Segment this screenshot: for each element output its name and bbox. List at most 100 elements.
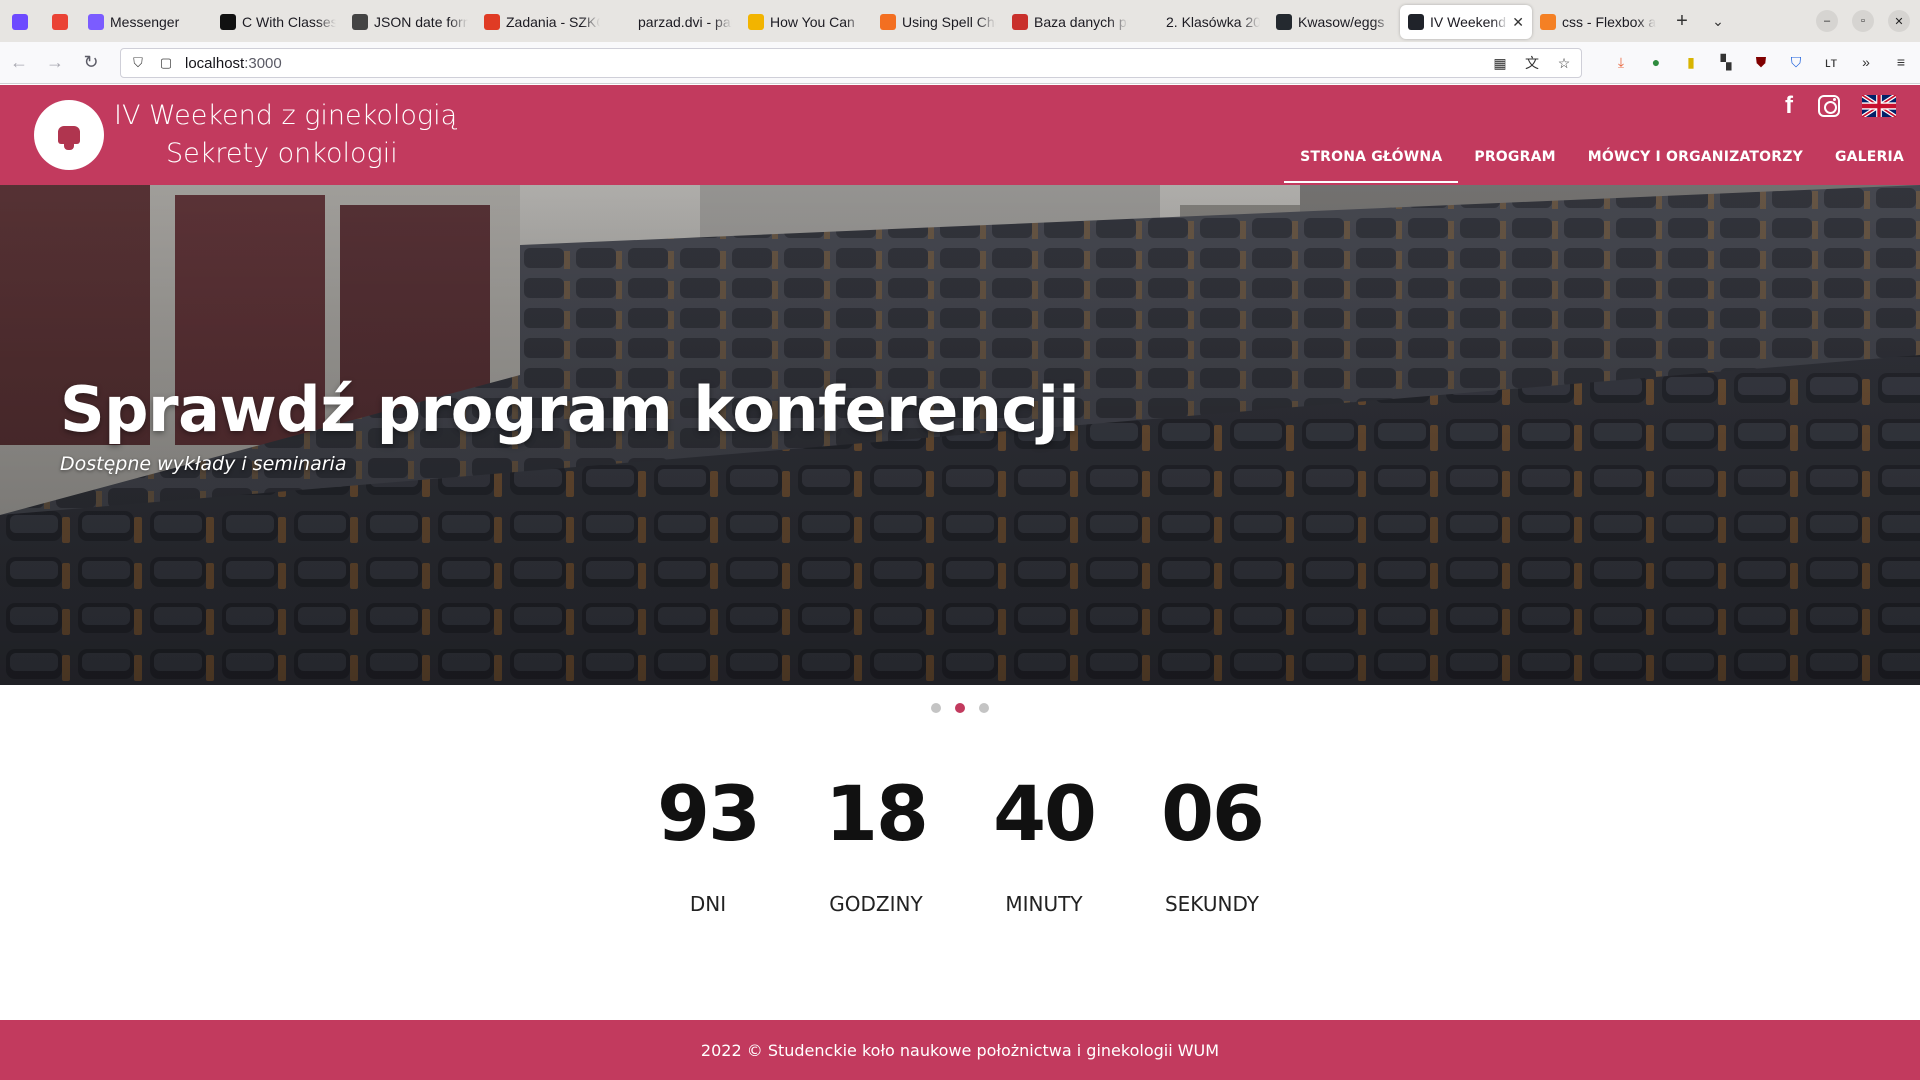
browser-tab[interactable]: C With Classes	[212, 5, 344, 39]
countdown-unit: 18 GODZINY	[792, 770, 960, 917]
minimize-button[interactable]: –	[1816, 10, 1838, 32]
site-footer: 2022 © Studenckie koło naukowe położnict…	[0, 1020, 1920, 1080]
extension-green-icon[interactable]: ●	[1647, 51, 1665, 73]
nav-item-home[interactable]: STRONA GŁÓWNA	[1284, 129, 1459, 185]
stackoverflow-icon	[1540, 14, 1556, 30]
back-button[interactable]: ←	[2, 48, 36, 78]
countdown-label: DNI	[689, 892, 727, 916]
toolbar-extensions: ⤓ ● ▮ ▚ ⛊ ⛉ ʟᴛ » ≡	[1612, 51, 1910, 73]
countdown-label: MINUTY	[1005, 892, 1083, 916]
gmail-icon	[52, 14, 68, 30]
site-logo[interactable]	[34, 100, 104, 170]
browser-tab[interactable]: Baza danych projekt	[1004, 5, 1136, 39]
tab-label: IV Weekend z	[1430, 14, 1509, 30]
li-icon	[880, 14, 896, 30]
tab-label: Zadania - SZKOŁA	[506, 14, 600, 30]
maximize-button[interactable]: ▫	[1852, 10, 1874, 32]
extensions-grid-icon[interactable]: ▚	[1717, 51, 1735, 73]
carousel-dot-3[interactable]	[979, 703, 989, 713]
tab-label: Baza danych projekt	[1034, 14, 1128, 30]
main-navigation: STRONA GŁÓWNA PROGRAM MÓWCY I ORGANIZATORZ…	[1284, 129, 1920, 185]
browser-tab[interactable]: 2. Klasówka 2019	[1136, 5, 1268, 39]
tab-label: 2. Klasówka 2019	[1166, 14, 1260, 30]
address-bar-actions: ▦ 文 ☆	[1491, 53, 1573, 73]
bitwarden-icon[interactable]: ⛉	[1787, 51, 1805, 73]
carousel-dot-1[interactable]	[931, 703, 941, 713]
json-icon	[352, 14, 368, 30]
footer-copyright: 2022 © Studenckie koło naukowe położnict…	[700, 1040, 1220, 1060]
qr-code-icon[interactable]: ▦	[1491, 53, 1509, 73]
tab-label: css - Flexbox alignment	[1562, 14, 1656, 30]
browser-tab[interactable]: parzad.dvi - par.pdf	[608, 5, 740, 39]
doc-icon	[1144, 14, 1160, 30]
uk-flag-icon[interactable]	[1862, 95, 1896, 117]
nav-item-speakers[interactable]: MÓWCY I ORGANIZATORZY	[1572, 129, 1819, 185]
carousel-indicators	[0, 703, 1920, 713]
instagram-icon[interactable]	[1818, 95, 1840, 117]
pdf-icon	[616, 14, 632, 30]
nav-item-gallery[interactable]: GALERIA	[1819, 129, 1920, 185]
download-icon[interactable]: ⤓	[1612, 51, 1630, 73]
bookmark-star-icon[interactable]: ☆	[1555, 53, 1573, 73]
tab-label: C With Classes	[242, 14, 336, 30]
page-info-icon[interactable]: ▢	[157, 54, 175, 72]
site-header: IV Weekend z ginekologią Sekrety onkolog…	[0, 85, 1920, 185]
c-classes-icon	[220, 14, 236, 30]
browser-tab[interactable]: Kwasow/eggs	[1268, 5, 1400, 39]
star-icon	[484, 14, 500, 30]
ublock-icon[interactable]: ⛊	[1752, 51, 1770, 73]
countdown-label: GODZINY	[829, 892, 923, 916]
url-host: localhost	[185, 54, 245, 72]
close-tab-icon[interactable]: ✕	[1512, 14, 1524, 31]
extension-yellow-icon[interactable]: ▮	[1682, 51, 1700, 73]
nav-item-program[interactable]: PROGRAM	[1458, 129, 1571, 185]
browser-tab[interactable]: css - Flexbox alignment	[1532, 5, 1664, 39]
browser-tab[interactable]: Using Spell Check	[872, 5, 1004, 39]
countdown-unit: 40 MINUTY	[960, 769, 1128, 917]
browser-tab[interactable]	[0, 5, 40, 39]
countdown-label: SEKUNDY	[1164, 892, 1260, 916]
countdown-value: 40	[993, 769, 1097, 858]
countdown-timer: 93 DNI 18 GODZINY 40 MINUTY 06 SEKUNDY	[0, 769, 1920, 917]
languagetool-icon[interactable]: ʟᴛ	[1822, 51, 1840, 73]
new-tab-button[interactable]: +	[1664, 4, 1700, 38]
tab-label: Kwasow/eggs	[1298, 14, 1385, 30]
address-bar[interactable]: ⛉ ▢ localhost:3000 ▦ 文 ☆	[120, 48, 1582, 78]
db-icon	[1012, 14, 1028, 30]
messenger-icon	[88, 14, 104, 30]
site-brand[interactable]: IV Weekend z ginekologią Sekrety onkolog…	[114, 97, 457, 173]
countdown-unit: 93 DNI	[624, 770, 792, 917]
forward-button[interactable]: →	[38, 48, 72, 78]
app-menu-icon[interactable]: ≡	[1892, 51, 1910, 73]
tab-label: How You Can	[770, 14, 855, 30]
browser-tab[interactable]	[40, 5, 80, 39]
brand-title: IV Weekend z ginekologią	[114, 100, 458, 131]
translate-icon[interactable]: 文	[1523, 53, 1541, 73]
facebook-icon[interactable]: f	[1782, 92, 1796, 119]
more-tools-icon[interactable]: »	[1857, 51, 1875, 73]
shield-icon[interactable]: ⛉	[129, 54, 147, 72]
close-window-button[interactable]: ✕	[1888, 10, 1910, 32]
browser-tab[interactable]: JSON date format	[344, 5, 476, 39]
proton-mail-icon	[12, 14, 28, 30]
browser-tab-bar: Messenger C With Classes JSON date format Z…	[0, 0, 1920, 42]
browser-tab[interactable]: How You Can	[740, 5, 872, 39]
howyoucan-icon	[748, 14, 764, 30]
github-icon	[1276, 14, 1292, 30]
carousel-dot-2[interactable]	[955, 703, 965, 713]
social-links: f	[1782, 92, 1896, 119]
browser-navigation-bar: ← → ↻ ⛉ ▢ localhost:3000 ▦ 文 ☆ ⤓ ● ▮ ▚ ⛊…	[0, 42, 1920, 84]
hero-title: Sprawdź program konferencji	[60, 373, 1080, 446]
tab-label: parzad.dvi - par.pdf	[638, 14, 732, 30]
browser-tab[interactable]: Zadania - SZKOŁA	[476, 5, 608, 39]
reload-button[interactable]: ↻	[74, 48, 108, 78]
browser-tab[interactable]: Messenger	[80, 5, 212, 39]
brand-subtitle: Sekrety onkologii	[166, 138, 398, 169]
tab-label: Using Spell Check	[902, 14, 996, 30]
hero-subtitle: Dostępne wykłady i seminaria	[60, 453, 347, 475]
react-icon	[1408, 14, 1424, 30]
list-all-tabs-button[interactable]: ⌄	[1700, 4, 1736, 38]
hero-carousel[interactable]: Sprawdź program konferencji Dostępne wyk…	[0, 185, 1920, 685]
tab-active[interactable]: IV Weekend z ✕	[1400, 5, 1532, 39]
tab-strip: Messenger C With Classes JSON date format Z…	[0, 3, 1664, 39]
